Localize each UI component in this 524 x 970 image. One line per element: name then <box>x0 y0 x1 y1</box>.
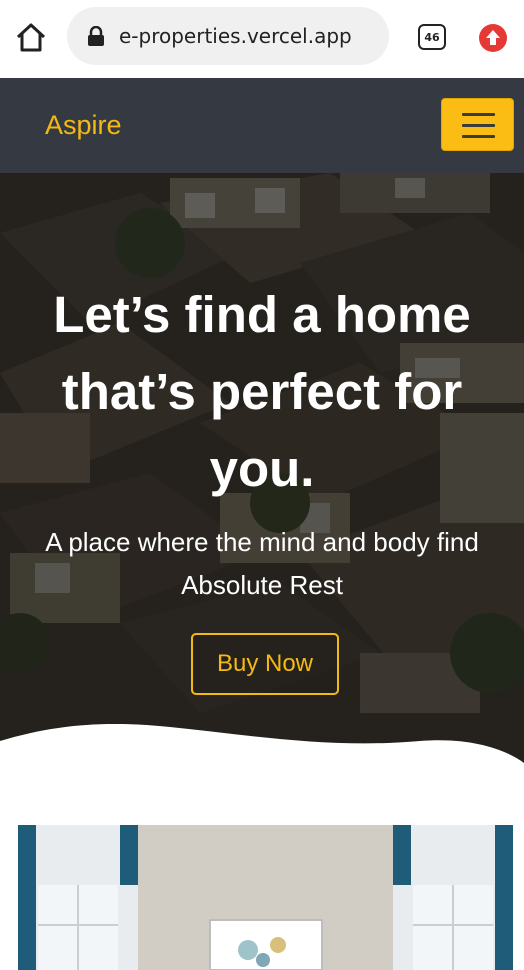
hero-heading-line: you. <box>209 440 315 497</box>
hero-section: Let’s find a home that’s perfect for you… <box>0 173 524 770</box>
tab-switcher-button[interactable]: 46 <box>418 24 446 50</box>
hamburger-icon <box>462 113 495 116</box>
property-image[interactable] <box>18 825 513 970</box>
browser-toolbar: e-properties.vercel.app 46 <box>0 0 524 78</box>
lock-icon <box>87 25 105 46</box>
menu-toggle-button[interactable] <box>441 98 514 151</box>
hero-heading-line: Let’s find a home <box>53 286 471 343</box>
property-photo <box>18 825 513 970</box>
site-navbar: Aspire <box>0 78 524 173</box>
hero-subtitle-line: A place where the mind and body find <box>45 527 479 557</box>
brand-logo[interactable]: Aspire <box>45 110 122 141</box>
hero-subtitle: A place where the mind and body find Abs… <box>0 521 524 607</box>
hero-subtitle-line: Absolute Rest <box>181 570 343 600</box>
address-bar[interactable]: e-properties.vercel.app <box>67 7 389 65</box>
hamburger-icon <box>462 124 495 127</box>
update-arrow-icon[interactable] <box>478 23 508 53</box>
home-icon[interactable] <box>14 22 48 54</box>
url-text: e-properties.vercel.app <box>119 24 352 48</box>
hero-heading-line: that’s perfect for <box>61 363 463 420</box>
hamburger-icon <box>462 135 495 138</box>
buy-now-button[interactable]: Buy Now <box>191 633 339 695</box>
hero-wave-divider <box>0 723 524 770</box>
hero-heading: Let’s find a home that’s perfect for you… <box>0 276 524 507</box>
